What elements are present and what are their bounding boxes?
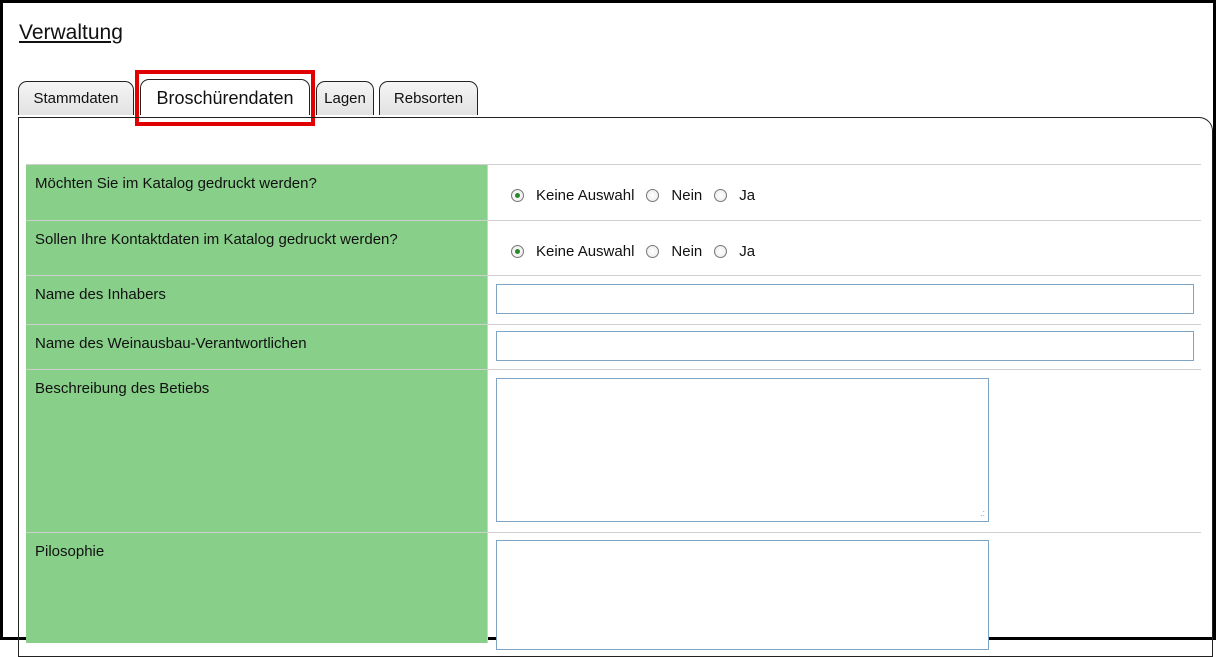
radio-group-print-contact: Keine Auswahl Nein Ja	[496, 221, 1201, 275]
radio-checked-icon	[511, 245, 524, 258]
radio-keine-auswahl[interactable]: Keine Auswahl	[511, 243, 634, 260]
row-label: Name des Inhabers	[26, 276, 488, 324]
tab-rebsorten[interactable]: Rebsorten	[379, 81, 478, 115]
resize-grip-icon[interactable]: .:	[980, 509, 985, 518]
radio-nein[interactable]: Nein	[646, 187, 702, 204]
form-row-description: Beschreibung des Betiebs .:	[26, 369, 1201, 532]
page-title: Verwaltung	[19, 21, 123, 44]
radio-unchecked-icon	[646, 189, 660, 202]
form-row-winemaker-name: Name des Weinausbau-Verantwortlichen	[26, 324, 1201, 369]
radio-keine-auswahl[interactable]: Keine Auswahl	[511, 187, 634, 204]
tab-broschuerendaten[interactable]: Broschürendaten	[140, 79, 310, 115]
form-row-print-catalog: Möchten Sie im Katalog gedruckt werden? …	[26, 164, 1201, 220]
radio-checked-icon	[511, 189, 524, 202]
row-label: Name des Weinausbau-Verantwortlichen	[26, 325, 488, 369]
tab-lagen[interactable]: Lagen	[316, 81, 374, 115]
row-label: Pilosophie	[26, 533, 488, 643]
radio-group-print-catalog: Keine Auswahl Nein Ja	[496, 165, 1201, 220]
form-row-philosophy: Pilosophie	[26, 532, 1201, 650]
row-label: Sollen Ihre Kontaktdaten im Katalog gedr…	[26, 221, 488, 275]
tab-stammdaten[interactable]: Stammdaten	[18, 81, 134, 115]
radio-unchecked-icon	[714, 189, 728, 202]
radio-unchecked-icon	[714, 245, 728, 258]
radio-ja[interactable]: Ja	[714, 187, 755, 204]
radio-unchecked-icon	[646, 245, 660, 258]
radio-nein[interactable]: Nein	[646, 243, 702, 260]
row-label: Beschreibung des Betiebs	[26, 370, 488, 532]
philosophy-textarea[interactable]	[496, 540, 989, 650]
radio-ja[interactable]: Ja	[714, 243, 755, 260]
form-row-owner-name: Name des Inhabers	[26, 275, 1201, 324]
form-row-print-contact: Sollen Ihre Kontaktdaten im Katalog gedr…	[26, 220, 1201, 275]
owner-name-input[interactable]	[496, 284, 1194, 314]
row-label: Möchten Sie im Katalog gedruckt werden?	[26, 165, 488, 220]
winemaker-name-input[interactable]	[496, 331, 1194, 361]
description-textarea[interactable]: .:	[496, 378, 989, 522]
